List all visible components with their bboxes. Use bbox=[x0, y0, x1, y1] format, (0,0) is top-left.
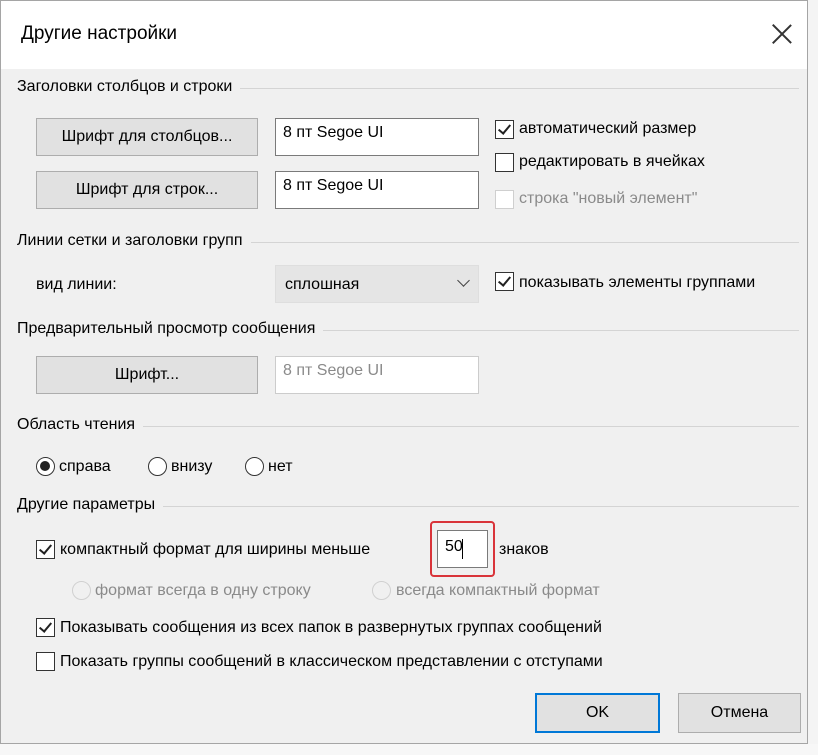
auto-size-checkbox[interactable] bbox=[495, 120, 514, 139]
line-style-select[interactable]: сплошная bbox=[275, 265, 479, 303]
compact-suffix-label: знаков bbox=[499, 541, 549, 558]
group-label-preview: Предварительный просмотр сообщения bbox=[17, 320, 324, 338]
title-bar: Другие настройки bbox=[1, 1, 807, 69]
line-style-label: вид линии: bbox=[36, 276, 117, 293]
show-grouped-checkbox[interactable] bbox=[495, 272, 514, 291]
radio-off[interactable] bbox=[245, 457, 264, 476]
edit-in-cells-checkbox[interactable] bbox=[495, 153, 514, 172]
close-icon[interactable] bbox=[765, 17, 799, 51]
preview-font-field: 8 пт Segoe UI bbox=[275, 356, 479, 394]
compact-label: компактный формат для ширины меньше bbox=[60, 541, 371, 558]
radio-bottom-label: внизу bbox=[171, 458, 213, 475]
show-all-folders-checkbox[interactable] bbox=[36, 618, 55, 637]
radio-right-label: справа bbox=[59, 458, 111, 475]
show-all-folders-label: Показывать сообщения из всех папок в раз… bbox=[60, 619, 602, 636]
chevron-down-icon bbox=[457, 274, 470, 287]
radio-right[interactable] bbox=[36, 457, 55, 476]
show-grouped-label: показывать элементы группами bbox=[519, 274, 756, 291]
compact-checkbox[interactable] bbox=[36, 540, 55, 559]
row-font-button[interactable]: Шрифт для строк... bbox=[36, 171, 258, 209]
text-caret bbox=[462, 539, 463, 559]
preview-font-button[interactable]: Шрифт... bbox=[36, 356, 258, 394]
radio-always-compact[interactable] bbox=[372, 581, 391, 600]
classic-groups-checkbox[interactable] bbox=[36, 652, 55, 671]
row-font-field: 8 пт Segoe UI bbox=[275, 171, 479, 209]
column-font-button[interactable]: Шрифт для столбцов... bbox=[36, 118, 258, 156]
classic-groups-label: Показать группы сообщений в классическом… bbox=[60, 653, 603, 670]
radio-off-label: нет bbox=[268, 458, 293, 475]
line-style-value: сплошная bbox=[285, 276, 360, 293]
compact-width-value: 50 bbox=[445, 538, 463, 555]
new-item-row-label: строка "новый элемент" bbox=[519, 190, 698, 207]
background-window-edge bbox=[808, 0, 818, 755]
radio-always-compact-label: всегда компактный формат bbox=[396, 582, 600, 599]
background-window-edge-bottom bbox=[0, 744, 818, 755]
dialog-title: Другие настройки bbox=[21, 23, 178, 44]
radio-bottom[interactable] bbox=[148, 457, 167, 476]
group-label-grid: Линии сетки и заголовки групп bbox=[17, 232, 251, 250]
ok-button[interactable]: OK bbox=[535, 693, 660, 733]
column-font-field: 8 пт Segoe UI bbox=[275, 118, 479, 156]
radio-single-line[interactable] bbox=[72, 581, 91, 600]
new-item-row-checkbox[interactable] bbox=[495, 190, 514, 209]
auto-size-label: автоматический размер bbox=[519, 120, 697, 137]
group-label-headers: Заголовки столбцов и строки bbox=[17, 78, 241, 96]
group-label-reading-pane: Область чтения bbox=[17, 416, 144, 434]
group-label-other: Другие параметры bbox=[17, 496, 164, 514]
edit-in-cells-label: редактировать в ячейках bbox=[519, 153, 705, 170]
other-settings-dialog: Другие настройки Заголовки столбцов и ст… bbox=[0, 0, 808, 744]
radio-single-line-label: формат всегда в одну строку bbox=[95, 582, 311, 599]
cancel-button[interactable]: Отмена bbox=[678, 693, 801, 733]
